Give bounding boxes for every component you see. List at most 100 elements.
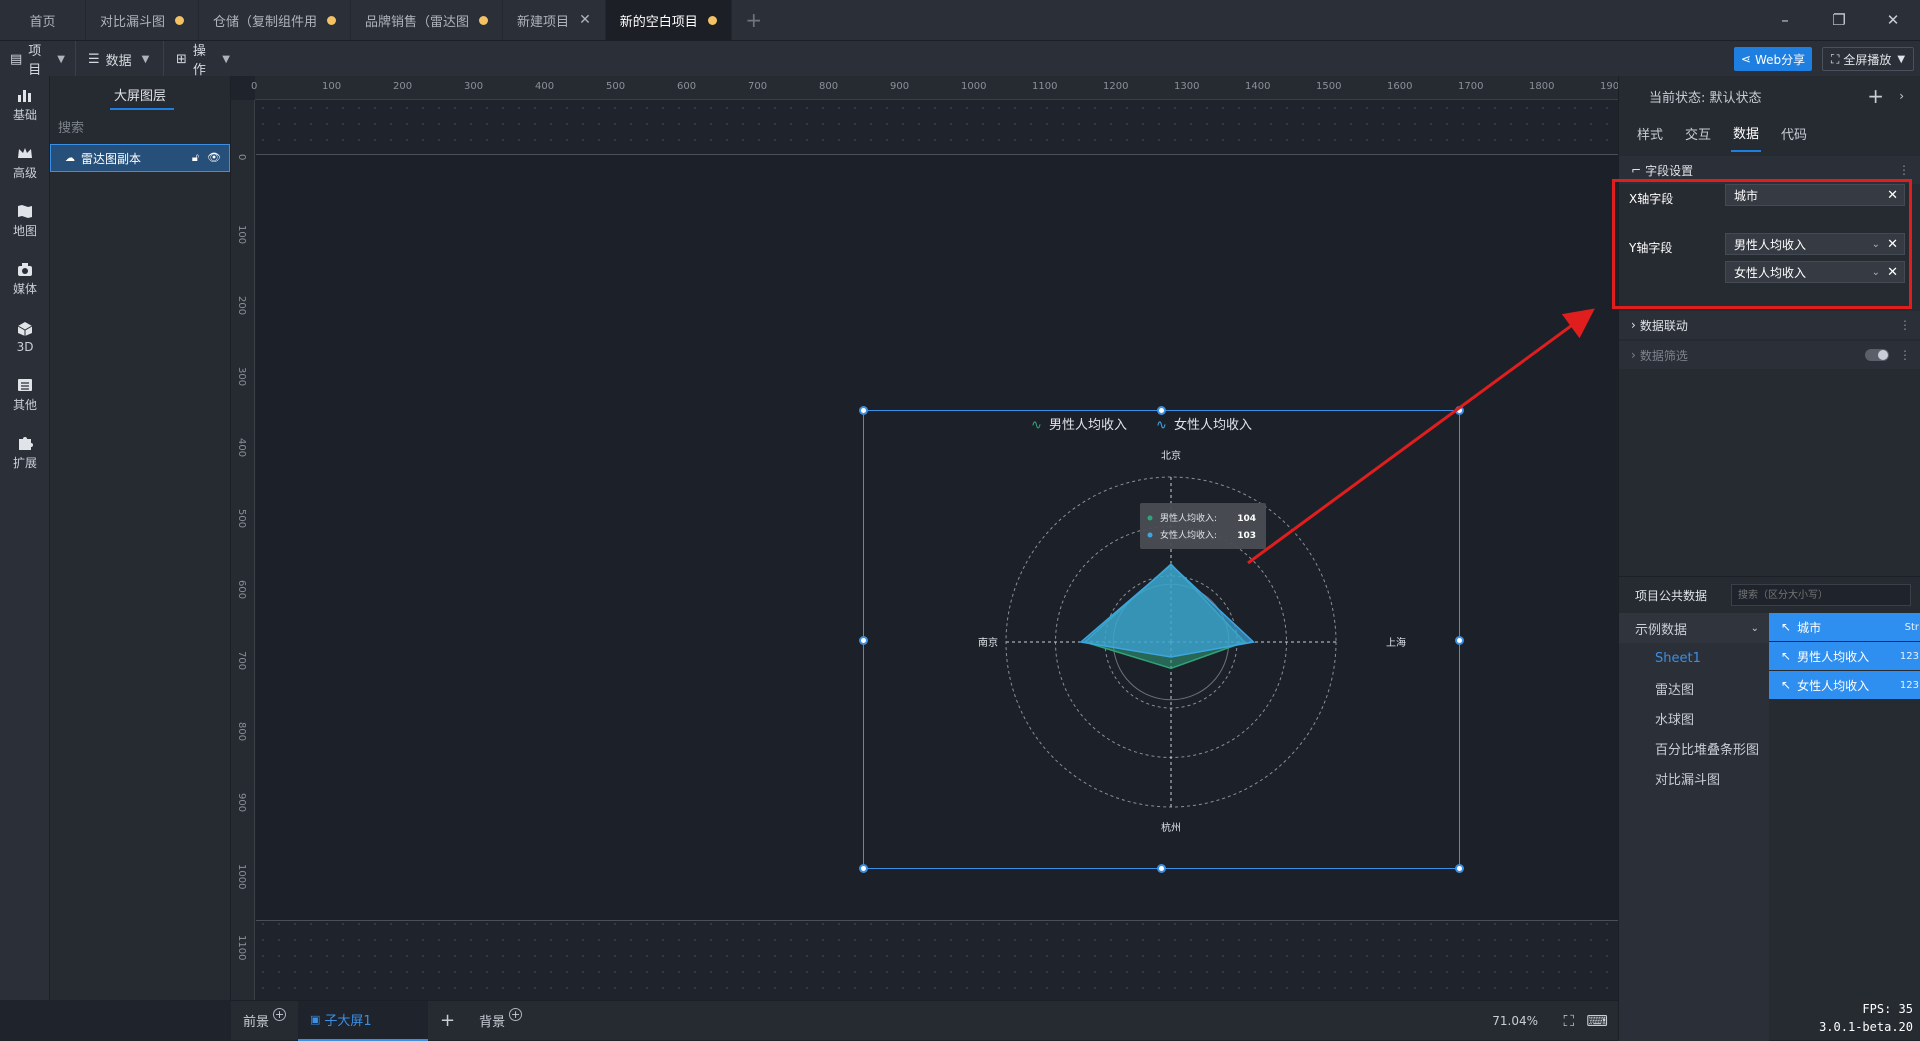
tab-interaction[interactable]: 交互 [1683,116,1713,151]
fullscreen-play-button[interactable]: ⛶ 全屏播放 ▼ [1822,47,1914,71]
operate-menu[interactable]: ⊞ 操作 ▼ [166,41,240,78]
tab-label: 首页 [29,14,56,30]
ruler-tick-label: 700 [748,81,768,92]
resize-handle-se[interactable] [1455,864,1464,873]
ruler-left: 0 100 200 300 400 500 600 700 800 900 1000 1100 [231,100,255,1000]
foreground-tab[interactable]: 前景 + [231,1001,298,1041]
ruler-tick-label: 200 [236,296,247,316]
tab-data[interactable]: 数据 [1731,115,1762,152]
tooltip-label: 女性人均收入: [1160,529,1217,541]
crown-icon [18,148,32,158]
more-icon[interactable]: ⋮ [1899,318,1911,332]
resize-handle-e[interactable] [1455,636,1464,645]
rail-item-advanced[interactable]: 高级 [0,134,50,192]
version-label: 3.0.1-beta.20 [1819,1020,1913,1034]
tab-new-project[interactable]: 新建项目 ✕ [503,0,606,40]
rail-item-map[interactable]: 地图 [0,192,50,250]
layer-search-input[interactable]: 搜索 [50,112,230,140]
rail-item-3d[interactable]: 3D [0,308,50,366]
ruler-tick-label: 1000 [236,864,247,890]
ruler-tick-label: 200 [393,81,413,92]
rail-item-other[interactable]: 其他 [0,366,50,424]
tab-warehouse[interactable]: 仓储（复制组件用 [199,0,352,40]
ruler-tick-label: 900 [236,793,247,813]
resize-handle-ne[interactable] [1455,406,1464,415]
tree-item-stacked-bar[interactable]: 百分比堆叠条形图 [1619,733,1769,763]
grid-icon: ⊞ [176,51,187,67]
close-window-icon[interactable]: ✕ [1866,0,1920,40]
data-filter-toggle[interactable] [1865,349,1889,361]
field-name: 城市 [1797,620,1822,635]
data-menu[interactable]: ☰ 数据 ▼ [78,41,164,77]
tab-code[interactable]: 代码 [1779,116,1809,151]
data-filter-section[interactable]: › 数据筛选 ⋮ [1619,341,1920,369]
field-item-city[interactable]: ↖ 城市 Str [1769,613,1920,641]
rail-item-basic[interactable]: 基础 [0,76,50,134]
add-circle-icon[interactable]: + [509,1008,523,1021]
fit-screen-icon[interactable]: ⛶ [1563,1012,1574,1030]
foreground-label: 前景 [243,1015,270,1030]
file-icon: ▤ [10,51,23,67]
rail-item-extend[interactable]: 扩展 [0,424,50,482]
data-link-section[interactable]: › 数据联动 ⋮ [1619,311,1920,339]
field-item-female-income[interactable]: ↖ 女性人均收入 123 [1769,671,1920,699]
project-menu[interactable]: ▤ 项目 ▼ [0,41,76,78]
tree-item-funnel[interactable]: 对比漏斗图 [1619,763,1769,793]
tree-item-sheet1[interactable]: Sheet1 [1619,643,1769,673]
unsaved-dot-icon [479,15,489,25]
ruler-tick-label: 700 [236,651,247,671]
tab-brand-sales[interactable]: 品牌销售（雷达图 [351,0,504,40]
tab-funnel[interactable]: 对比漏斗图 [86,0,200,40]
sub-screen-tab[interactable]: ▣ 子大屏1 [298,1000,429,1041]
list-icon [18,379,32,391]
ruler-tick-label: 1600 [1387,81,1413,92]
close-icon[interactable]: ✕ [579,12,591,28]
ruler-tick-label: 1100 [236,935,247,961]
restore-icon[interactable]: ❐ [1812,0,1866,40]
resize-handle-sw[interactable] [859,864,868,873]
minimize-icon[interactable]: – [1758,0,1812,40]
tree-root-sample-data[interactable]: 示例数据 ⌄ [1619,613,1769,643]
public-data-search-input[interactable] [1731,584,1911,606]
public-data-fields: ↖ 城市 Str ↖ 男性人均收入 123 ↖ 女性人均收入 123 [1769,613,1920,700]
ruler-tick-label: 800 [236,722,247,742]
tab-blank-project[interactable]: 新的空白项目 [605,0,732,40]
resize-handle-n[interactable] [1157,406,1166,415]
chevron-down-icon: ▼ [57,53,65,65]
add-state-button[interactable]: + [1867,84,1884,108]
tooltip-marker [1147,532,1153,538]
web-share-button[interactable]: ⋖ Web分享 [1734,47,1812,71]
chevron-right-icon[interactable]: › [1899,89,1904,103]
layer-item-radar-copy[interactable]: ☁ 雷达图副本 🔓︎ 👁︎ [50,144,230,172]
data-menu-label: 数据 [105,53,132,69]
rail-item-media[interactable]: 媒体 [0,250,50,308]
unlock-icon[interactable]: 🔓︎ [192,151,199,165]
tab-bar: 首页 对比漏斗图 仓储（复制组件用 品牌销售（雷达图 新建项目 ✕ 新的空白项目 … [0,0,1920,40]
field-type: 123 [1899,679,1919,691]
more-icon[interactable]: ⋮ [1898,163,1910,177]
zoom-level[interactable]: 71.04% [1492,1014,1538,1028]
background-tab[interactable]: 背景 + [467,1001,534,1041]
add-screen-button[interactable]: + [428,1001,467,1041]
field-name: 男性人均收入 [1797,649,1870,664]
highlight-box [1612,179,1912,309]
tab-style[interactable]: 样式 [1635,116,1665,151]
add-tab-button[interactable]: + [732,0,776,40]
resize-handle-w[interactable] [859,636,868,645]
radar-chart-component[interactable]: 北京 上海 杭州 南京 男性人均收入 ∿ 女性人均收入 ∿ 男性人均收入: 104 女性人均收入: 1… [859,406,1464,873]
web-share-label: Web分享 [1754,52,1806,67]
add-circle-icon[interactable]: + [273,1008,287,1021]
field-item-male-income[interactable]: ↖ 男性人均收入 123 [1769,642,1920,670]
tree-item-radar[interactable]: 雷达图 [1619,673,1769,703]
current-state-label: 当前状态: 默认状态 [1649,90,1762,106]
more-icon[interactable]: ⋮ [1899,348,1911,362]
keyboard-icon[interactable]: ⌨ [1586,1012,1608,1030]
chevron-right-icon: › [1631,318,1636,332]
tab-home[interactable]: 首页 [0,0,86,40]
eye-icon[interactable]: 👁︎ [207,151,221,165]
layer-panel-title[interactable]: 大屏图层 [50,76,230,112]
canvas-area[interactable]: 0 100 200 300 400 500 600 700 800 900 1000 1100 1200… [231,76,1618,1000]
tree-item-liquid[interactable]: 水球图 [1619,703,1769,733]
resize-handle-s[interactable] [1157,864,1166,873]
resize-handle-nw[interactable] [859,406,868,415]
